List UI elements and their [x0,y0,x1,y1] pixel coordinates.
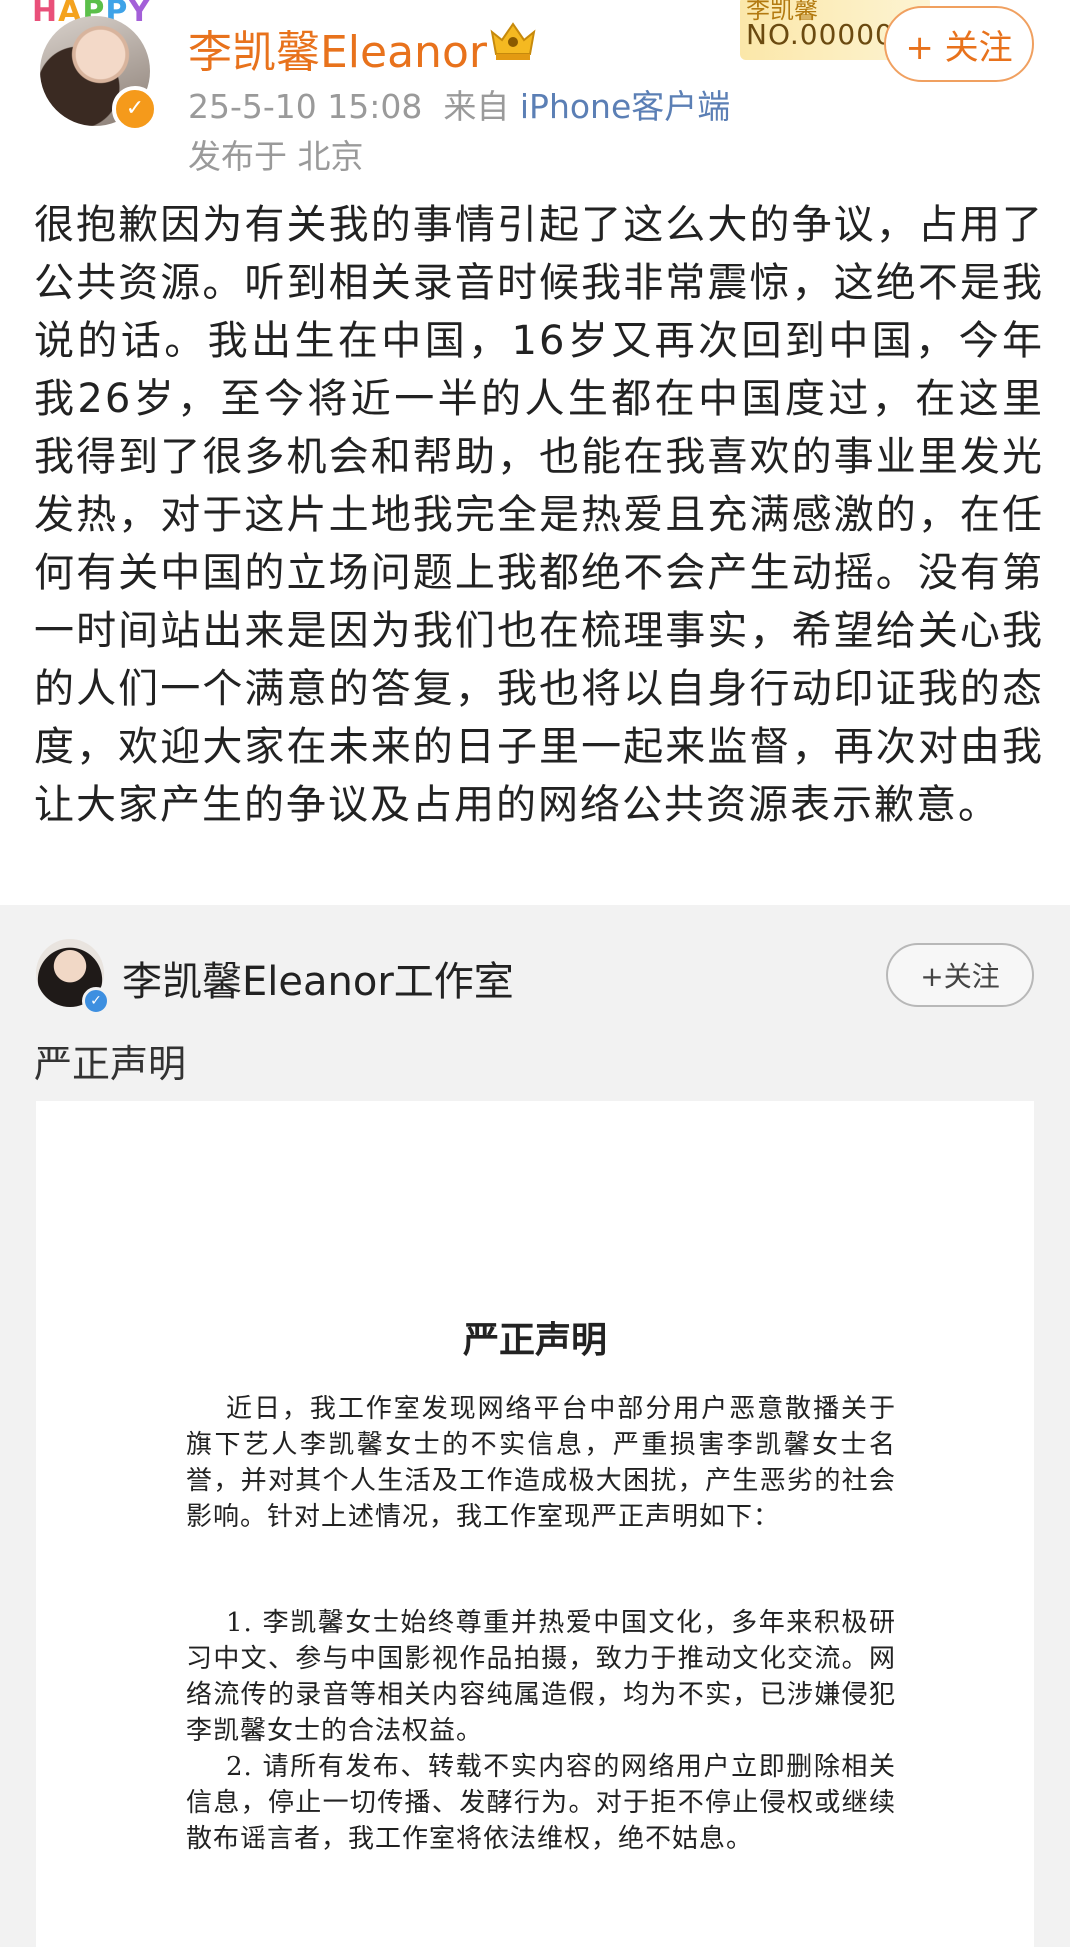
verified-icon: ✓ [82,987,110,1015]
username[interactable]: 李凯馨Eleanor [188,16,487,80]
repost-follow-button[interactable]: +关注 [886,943,1034,1007]
crown-icon [490,22,536,60]
follow-button[interactable]: + 关注 [884,6,1034,82]
source-prefix: 来自 [443,87,510,126]
statement-title: 严正声明 [462,1319,607,1361]
statement-paragraph: 近日，我工作室发现网络平台中部分用户恶意散播关于旗下艺人李凯馨女士的不实信息，严… [186,1394,896,1532]
post-body: 很抱歉因为有关我的事情引起了这么大的争议，占用了公共资源。听到相关录音时候我非常… [34,202,1044,828]
verified-icon: ✓ [112,86,158,132]
repost-text: 严正声明 [34,1042,187,1086]
statement-item-1: 1. 李凯馨女士始终尊重并热爱中国文化，多年来积极研习中文、参与中国影视作品拍摄… [186,1608,896,1746]
timestamp: 25-5-10 15:08 [188,87,423,126]
location: 发布于 北京 [188,137,364,176]
source-link[interactable]: iPhone客户端 [520,87,730,126]
repost-username[interactable]: 李凯馨Eleanor工作室 [122,949,514,1007]
post-meta: 25-5-10 15:08 来自 iPhone客户端 [188,80,730,128]
statement-item-2: 2. 请所有发布、转载不实内容的网络用户立即删除相关信息，停止一切传播、发酵行为… [186,1752,896,1854]
repost-card[interactable]: ✓ 李凯馨Eleanor工作室 +关注 严正声明 严正声明 近日，我工作室发现网… [0,905,1070,1947]
statement-image[interactable]: 严正声明 近日，我工作室发现网络平台中部分用户恶意散播关于旗下艺人李凯馨女士的不… [36,1101,1034,1947]
